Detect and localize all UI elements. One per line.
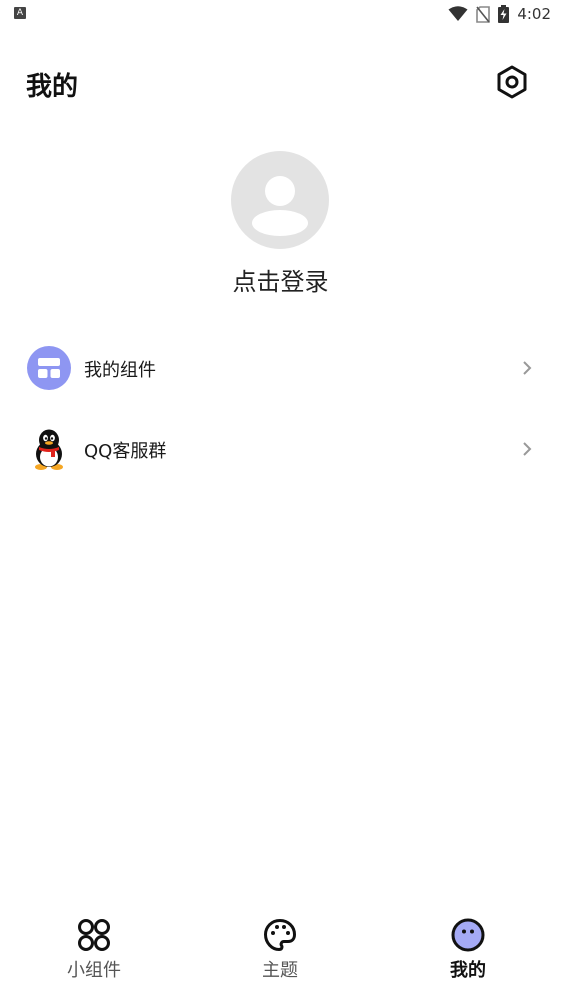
chevron-right-icon — [520, 358, 534, 378]
list-item-label: QQ客服群 — [84, 441, 167, 462]
avatar[interactable] — [231, 151, 329, 249]
page-title: 我的 — [26, 72, 79, 102]
nav-tab-label: 小组件 — [67, 960, 121, 981]
status-time: 4:02 — [517, 5, 551, 23]
wifi-icon — [448, 6, 468, 22]
bottom-nav: 小组件 主题 我的 — [0, 905, 561, 999]
widgets-icon — [27, 346, 71, 390]
palette-icon — [263, 918, 297, 952]
list-item-my-widgets[interactable]: 我的组件 — [0, 336, 561, 400]
settings-button[interactable] — [492, 64, 532, 104]
nav-tab-label: 我的 — [450, 960, 486, 981]
face-icon — [451, 918, 485, 952]
login-button[interactable]: 点击登录 — [0, 262, 561, 297]
nav-tab-themes[interactable]: 主题 — [220, 915, 340, 985]
list-item-qq-group[interactable]: QQ客服群 — [0, 417, 561, 481]
no-sim-icon — [476, 5, 491, 23]
battery-charging-icon — [498, 5, 510, 23]
chevron-right-icon — [520, 439, 534, 459]
list-item-label: 我的组件 — [84, 360, 156, 381]
settings-hexagon-icon — [494, 64, 530, 104]
notification-app-icon: A — [14, 7, 26, 19]
nav-tab-mine[interactable]: 我的 — [408, 915, 528, 985]
default-user-avatar-icon — [252, 176, 308, 236]
status-bar: A 4:02 — [0, 0, 561, 30]
status-icons: 4:02 — [448, 4, 551, 24]
nav-tab-widgets[interactable]: 小组件 — [34, 915, 154, 985]
nav-tab-label: 主题 — [262, 960, 298, 981]
qq-penguin-icon — [27, 427, 71, 471]
grid-four-circles-icon — [77, 918, 111, 952]
